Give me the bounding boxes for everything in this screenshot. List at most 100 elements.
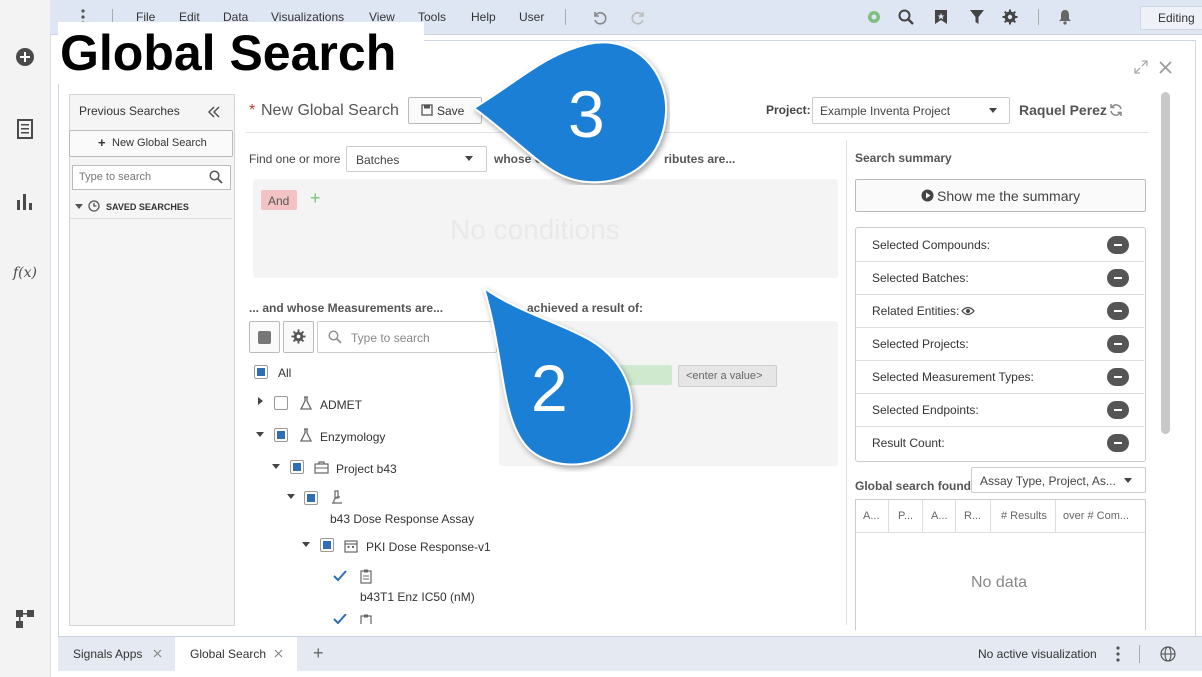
column-header[interactable]: R...	[964, 510, 981, 522]
caret-down-icon[interactable]	[256, 432, 264, 437]
remove-icon[interactable]	[1107, 401, 1129, 419]
square-icon	[258, 331, 271, 344]
remove-icon[interactable]	[1107, 368, 1129, 386]
redo-icon[interactable]	[630, 8, 648, 26]
search-title[interactable]: New Global Search	[261, 102, 399, 120]
and-label: And	[268, 194, 290, 208]
column-header[interactable]: over # Com...	[1063, 510, 1129, 522]
tree-checkbox-project[interactable]	[290, 460, 304, 474]
summary-row-related-entities: Related Entities:	[856, 294, 1144, 328]
add-tab-button[interactable]: +	[313, 643, 324, 664]
caret-down-icon[interactable]	[302, 542, 310, 547]
remove-icon[interactable]	[1107, 434, 1129, 452]
refresh-icon[interactable]	[1109, 103, 1123, 117]
summary-row-result-count: Result Count:	[856, 426, 1144, 459]
tree-label-admet[interactable]: ADMET	[320, 398, 362, 412]
divider	[1139, 645, 1140, 663]
project-select[interactable]: Example Inventa Project	[812, 97, 1010, 124]
bar-chart-icon[interactable]	[14, 190, 36, 212]
tree-checkbox-enzymology[interactable]	[274, 428, 288, 442]
column-divider	[955, 500, 956, 532]
tree-checkbox-protocol[interactable]	[320, 538, 334, 552]
tab-signals-apps[interactable]: Signals Apps	[58, 637, 174, 671]
caret-down-icon[interactable]	[272, 464, 280, 469]
collapse-double-chevron-icon[interactable]	[207, 105, 221, 119]
column-header[interactable]: P...	[898, 510, 913, 522]
caret-right-icon[interactable]	[258, 397, 263, 405]
value-input[interactable]: <enter a value>	[678, 365, 777, 387]
menu-user[interactable]: User	[519, 10, 544, 24]
close-icon[interactable]	[274, 649, 283, 658]
tree-label-enzymology[interactable]: Enzymology	[320, 430, 385, 444]
function-icon[interactable]: f(x)	[13, 262, 37, 284]
summary-row-label: Related Entities:	[872, 304, 960, 318]
document-list-icon[interactable]	[14, 118, 36, 140]
new-global-search-button[interactable]: + New Global Search	[69, 130, 233, 157]
global-search-found-label: Global search found	[855, 479, 972, 493]
remove-icon[interactable]	[1107, 302, 1129, 320]
tree-label-assay[interactable]: b43 Dose Response Assay	[330, 512, 474, 526]
column-header[interactable]: A...	[863, 510, 880, 522]
find-suffix-tail: ributes are...	[664, 152, 736, 166]
tree-checkbox-admet[interactable]	[274, 396, 288, 410]
summary-row-label: Selected Compounds:	[872, 238, 991, 252]
left-rail: f(x)	[0, 0, 51, 677]
no-conditions-text: No conditions	[450, 214, 620, 245]
expand-icon[interactable]	[1134, 60, 1148, 74]
remove-icon[interactable]	[1107, 236, 1129, 254]
callout-2-number: 2	[531, 351, 568, 425]
saved-searches-row[interactable]: SAVED SEARCHES	[70, 194, 232, 219]
callout-3-number: 3	[568, 77, 605, 151]
tab-global-search[interactable]: Global Search	[175, 637, 297, 671]
column-header[interactable]: # Results	[1001, 510, 1047, 522]
results-table-header: A... P... A... R... # Results over # Com…	[856, 500, 1145, 533]
search-icon[interactable]	[897, 8, 915, 26]
select-toggle-button[interactable]	[249, 321, 280, 353]
tree-label-endpoint[interactable]: b43T1 Enz IC50 (nM)	[360, 590, 475, 604]
project-value: Example Inventa Project	[820, 104, 951, 118]
tree-checkbox-all[interactable]	[254, 365, 268, 379]
summary-row-endpoints: Selected Endpoints:	[856, 393, 1144, 427]
remove-icon[interactable]	[1107, 269, 1129, 287]
checkmark-icon[interactable]	[333, 570, 347, 582]
caret-down-icon[interactable]	[287, 494, 295, 499]
notification-bell-icon[interactable]	[1056, 8, 1074, 26]
show-summary-button[interactable]: Show me the summary	[855, 179, 1146, 212]
workflow-icon[interactable]	[14, 608, 36, 630]
more-vertical-icon[interactable]	[1116, 646, 1120, 662]
bookmark-star-icon[interactable]	[932, 8, 950, 26]
checkmark-icon[interactable]	[333, 614, 347, 624]
grouping-select[interactable]: Assay Type, Project, As...	[971, 467, 1146, 493]
summary-row-label: Result Count:	[872, 436, 945, 450]
tree-label-protocol[interactable]: PKI Dose Response-v1	[366, 540, 491, 554]
menu-help[interactable]: Help	[471, 10, 496, 24]
close-icon[interactable]	[1159, 61, 1172, 74]
close-icon[interactable]	[153, 649, 162, 658]
tree-label-project[interactable]: Project b43	[336, 462, 397, 476]
add-circle-icon[interactable]	[14, 46, 36, 68]
settings-gear-color-icon[interactable]	[865, 8, 883, 26]
previous-searches-title: Previous Searches	[79, 104, 180, 118]
summary-row-label: Selected Batches:	[872, 271, 969, 285]
tree-checkbox-assay[interactable]	[304, 491, 318, 505]
column-header[interactable]: A...	[931, 510, 948, 522]
measurement-search-input[interactable]: Type to search	[317, 321, 497, 353]
add-condition-button[interactable]: +	[310, 188, 321, 209]
summary-row-compounds: Selected Compounds:	[856, 228, 1144, 262]
column-divider	[888, 500, 889, 532]
play-circle-icon	[921, 189, 934, 202]
tree-settings-button[interactable]	[283, 321, 314, 353]
mode-value: Editing	[1158, 11, 1195, 25]
and-operator-button[interactable]: And	[261, 190, 297, 210]
remove-icon[interactable]	[1107, 335, 1129, 353]
mode-select[interactable]: Editing	[1140, 6, 1202, 30]
globe-icon[interactable]	[1160, 646, 1176, 662]
entity-select[interactable]: Batches	[346, 146, 487, 172]
previous-searches-search-input[interactable]: Type to search	[72, 165, 231, 190]
filter-icon[interactable]	[968, 8, 986, 26]
measurements-label: ... and whose Measurements are...	[249, 301, 444, 315]
eye-icon[interactable]	[961, 306, 975, 316]
scrollbar-thumb[interactable]	[1161, 92, 1170, 434]
undo-icon[interactable]	[590, 8, 608, 26]
gear-icon[interactable]	[1001, 8, 1019, 26]
